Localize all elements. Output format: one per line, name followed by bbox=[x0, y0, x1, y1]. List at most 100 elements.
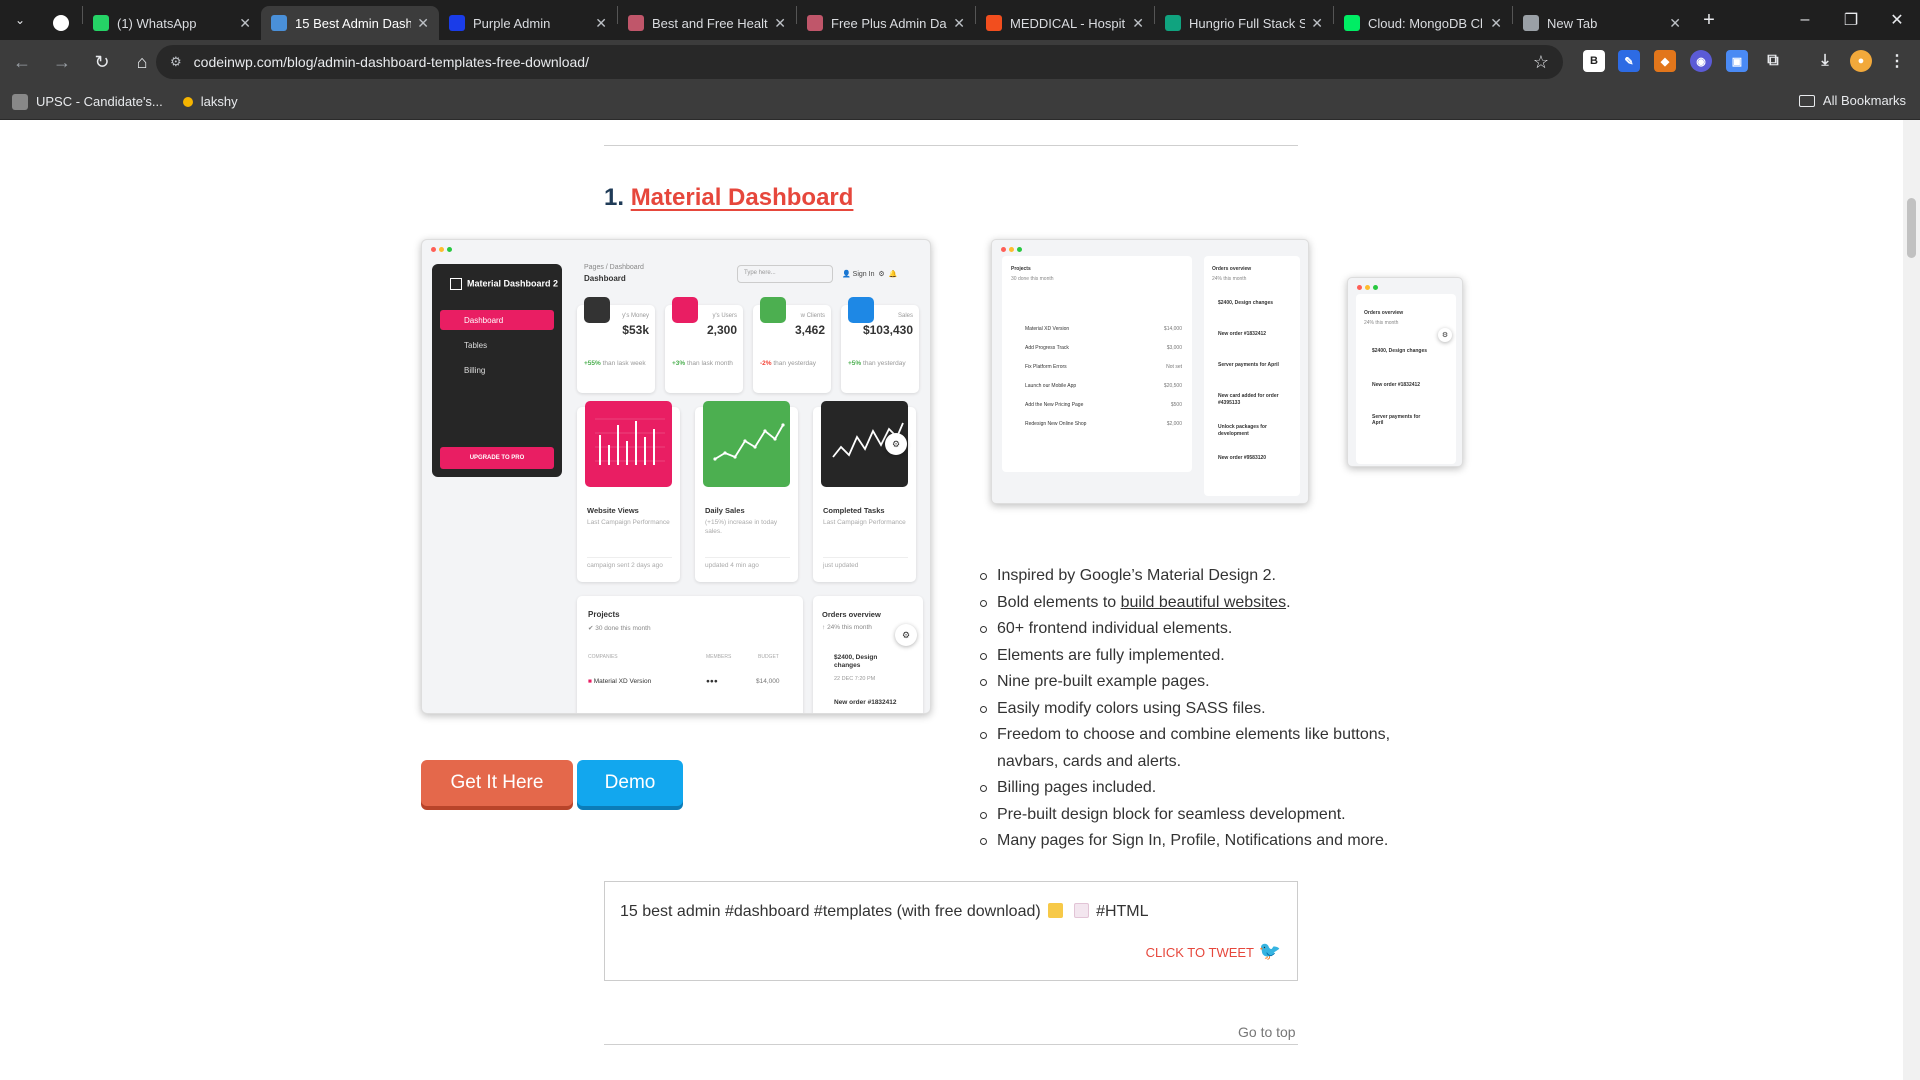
tab-title: Free Plus Admin Das bbox=[831, 15, 948, 31]
browser-tab[interactable]: (1) WhatsApp ✕ bbox=[83, 6, 261, 40]
settings-gear-icon: ⚙ bbox=[895, 624, 917, 646]
mini-project-budget: $2,000 bbox=[1166, 421, 1182, 427]
scrollbar-thumb[interactable] bbox=[1907, 198, 1916, 258]
extension-circle-icon[interactable]: ◉ bbox=[1690, 50, 1712, 72]
dashboard-preview-image[interactable]: Material Dashboard 2 Dashboard Tables Bi… bbox=[421, 239, 931, 714]
stat-value: $53k bbox=[622, 323, 649, 337]
preview-upgrade-button: UPGRADE TO PRO bbox=[440, 447, 554, 469]
build-websites-link[interactable]: build beautiful websites bbox=[1121, 594, 1286, 611]
mini-project-name: Add the New Pricing Page bbox=[1025, 402, 1084, 408]
forward-button[interactable]: → bbox=[44, 44, 80, 80]
mini-order-item: New order #9583120 bbox=[1218, 455, 1267, 461]
stat-note-text: than lask month bbox=[685, 360, 733, 367]
restore-button[interactable]: ❐ bbox=[1828, 0, 1874, 40]
tab-title: Purple Admin bbox=[473, 15, 551, 31]
close-tab-icon[interactable]: ✕ bbox=[595, 15, 607, 32]
section-heading: 1. Material Dashboard bbox=[604, 184, 853, 212]
browser-tab[interactable]: Free Plus Admin Das ✕ bbox=[797, 6, 975, 40]
pinned-circle-icon bbox=[53, 15, 69, 31]
browser-tab[interactable]: Best and Free Health ✕ bbox=[618, 6, 796, 40]
url-text: codeinwp.com/blog/admin-dashboard-templa… bbox=[193, 54, 589, 70]
orders-sub: ↑ 24% this month bbox=[822, 624, 872, 631]
projects-sub: ✔ 30 done this month bbox=[588, 625, 651, 632]
close-tab-icon[interactable]: ✕ bbox=[774, 15, 786, 32]
bookmark-lakshy[interactable]: lakshy bbox=[182, 94, 238, 109]
close-tab-icon[interactable]: ✕ bbox=[1132, 15, 1144, 32]
page-scrollbar[interactable] bbox=[1903, 120, 1920, 1080]
menu-kebab-icon[interactable]: ⋮ bbox=[1886, 50, 1908, 72]
demo-button[interactable]: Demo bbox=[577, 760, 683, 806]
close-tab-icon[interactable]: ✕ bbox=[1490, 15, 1502, 32]
download-icon[interactable]: ⤓ bbox=[1814, 50, 1836, 72]
address-bar[interactable]: ⚙ codeinwp.com/blog/admin-dashboard-temp… bbox=[156, 45, 1563, 79]
site-info-icon[interactable]: ⚙ bbox=[170, 54, 182, 70]
extension-note-icon[interactable]: ✎ bbox=[1618, 50, 1640, 72]
feature-item: Nine pre-built example pages. bbox=[980, 669, 1437, 696]
orders-sub-text: 24% this month bbox=[827, 624, 872, 631]
browser-tab[interactable]: New Tab ✕ bbox=[1513, 6, 1691, 40]
go-to-top-link[interactable]: Go to top bbox=[1238, 1024, 1296, 1040]
order-item: New order #1832412 bbox=[834, 699, 897, 706]
back-button[interactable]: ← bbox=[4, 44, 40, 80]
reload-button[interactable]: ↻ bbox=[84, 44, 120, 80]
metamask-icon[interactable]: ◆ bbox=[1654, 50, 1676, 72]
window-dots bbox=[431, 247, 452, 252]
extension-b-icon[interactable]: B bbox=[1583, 50, 1605, 72]
twitter-bird-icon[interactable]: 🐦 bbox=[1259, 941, 1281, 962]
mini-orders-sub: 24% this month bbox=[1364, 320, 1399, 326]
mongodb-leaf-icon bbox=[1344, 15, 1360, 31]
mini-order-item: New order #1832412 bbox=[1372, 382, 1421, 388]
graph-card-sub: (+15%) increase in today sales. bbox=[705, 519, 778, 536]
stat-delta: +3% bbox=[672, 360, 686, 367]
whatsapp-icon bbox=[93, 15, 109, 31]
browser-tab[interactable]: Hungrio Full Stack S ✕ bbox=[1155, 6, 1333, 40]
click-to-tweet-link[interactable]: CLICK TO TWEET bbox=[1146, 945, 1254, 960]
close-tab-icon[interactable]: ✕ bbox=[417, 15, 429, 32]
close-tab-icon[interactable]: ✕ bbox=[1311, 15, 1323, 32]
window-controls: – ❐ ✕ bbox=[1782, 0, 1920, 40]
graph-card-sub: Last Campaign Performance bbox=[587, 519, 670, 526]
person-add-icon bbox=[760, 297, 786, 323]
mini-project-row: Launch our Mobile App $20,500 bbox=[1011, 383, 1186, 402]
browser-tab[interactable]: Cloud: MongoDB Cl ✕ bbox=[1334, 6, 1512, 40]
close-tab-icon[interactable]: ✕ bbox=[953, 15, 965, 32]
tweet-text[interactable]: 15 best admin #dashboard #templates (wit… bbox=[620, 903, 1149, 921]
members-avatars-icon: ●●● bbox=[706, 678, 718, 685]
col-budget: BUDGET bbox=[758, 654, 779, 660]
bookmark-upsc[interactable]: UPSC - Candidate's... bbox=[12, 93, 163, 110]
stat-label: y's Users bbox=[712, 313, 737, 319]
browser-tab[interactable]: Purple Admin ✕ bbox=[439, 6, 617, 40]
stat-label: Sales bbox=[897, 313, 913, 319]
preview-stat-card: w Clients 3,462 -2% than yesterday bbox=[753, 297, 831, 393]
all-bookmarks-button[interactable]: All Bookmarks bbox=[1798, 93, 1906, 108]
profile-avatar-icon[interactable]: ● bbox=[1850, 50, 1872, 72]
home-button[interactable]: ⌂ bbox=[124, 44, 160, 80]
close-tab-icon[interactable]: ✕ bbox=[1669, 15, 1681, 32]
close-tab-icon[interactable]: ✕ bbox=[239, 15, 251, 32]
close-window-button[interactable]: ✕ bbox=[1874, 0, 1920, 40]
screen-capture-icon[interactable]: ▣ bbox=[1726, 50, 1748, 72]
projects-preview-image[interactable]: Projects 30 done this month Material XD … bbox=[991, 239, 1309, 504]
tab-title: New Tab bbox=[1547, 15, 1598, 31]
feature-item: Billing pages included. bbox=[980, 775, 1437, 802]
browser-tab[interactable]: MEDDICAL - Hospit ✕ bbox=[976, 6, 1154, 40]
browser-tab[interactable]: 15 Best Admin Dashb ✕ bbox=[261, 6, 439, 40]
tab-title: Hungrio Full Stack S bbox=[1189, 15, 1306, 31]
tab-search-button[interactable]: ⌄ bbox=[0, 0, 40, 40]
new-tab-button[interactable]: + bbox=[1691, 9, 1727, 32]
projects-row: ■ Material XD Version ●●● $14,000 bbox=[588, 678, 780, 685]
project-name: Material XD Version bbox=[593, 678, 652, 685]
sign-in-text: Sign In bbox=[852, 271, 875, 278]
bookmark-star-icon[interactable]: ☆ bbox=[1533, 52, 1549, 73]
orders-preview-image[interactable]: Orders overview 24% this month ⚙ $2400, … bbox=[1347, 277, 1463, 467]
get-it-here-button[interactable]: Get It Here bbox=[421, 760, 573, 806]
material-dashboard-link[interactable]: Material Dashboard bbox=[631, 184, 854, 211]
graph-card-foot: updated 4 min ago bbox=[705, 557, 790, 569]
click-to-tweet-box: 15 best admin #dashboard #templates (wit… bbox=[604, 881, 1298, 981]
browser-tab[interactable] bbox=[40, 6, 82, 40]
extensions-puzzle-icon[interactable]: ⧉ bbox=[1762, 50, 1784, 72]
mini-projects-title: Projects bbox=[1011, 266, 1031, 272]
line-chart-thumbnail bbox=[703, 401, 790, 487]
minimize-button[interactable]: – bbox=[1782, 0, 1828, 40]
feature-item: Pre-built design block for seamless deve… bbox=[980, 802, 1437, 829]
